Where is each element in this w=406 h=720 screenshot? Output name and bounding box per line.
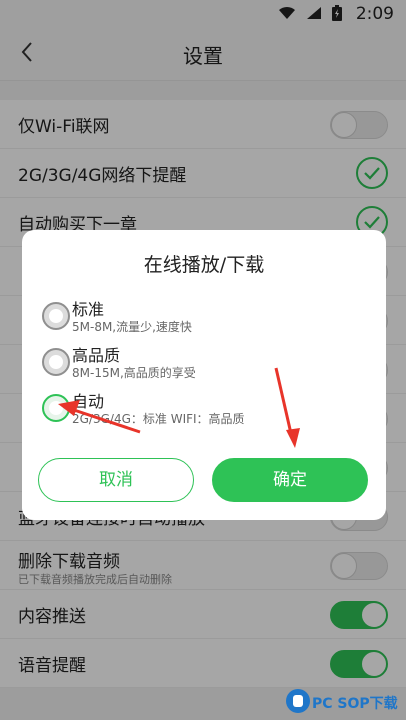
radio-icon[interactable] [42,348,70,376]
quality-dialog: 在线播放/下载 标准 5M-8M,流量少,速度快 高品质 8M-15M,高品质的… [22,230,386,520]
option-standard[interactable]: 标准 5M-8M,流量少,速度快 [42,296,372,340]
option-name: 自动 [72,392,105,411]
option-high-quality[interactable]: 高品质 8M-15M,高品质的享受 [42,342,372,386]
option-desc: 2G/3G/4G：标准 WIFI：高品质 [72,412,245,426]
watermark: PC SOP下载 [282,686,406,720]
option-desc: 8M-15M,高品质的享受 [72,366,196,380]
option-name: 标准 [72,300,105,319]
option-desc: 5M-8M,流量少,速度快 [72,320,192,334]
cancel-button[interactable]: 取消 [38,458,194,502]
watermark-text: PC SOP下载 [312,696,398,712]
radio-selected-icon[interactable] [42,394,70,422]
dialog-title: 在线播放/下载 [143,254,265,276]
radio-icon[interactable] [42,302,70,330]
confirm-button[interactable]: 确定 [212,458,368,502]
option-name: 高品质 [72,346,121,365]
watermark-logo-icon [286,689,310,713]
option-auto[interactable]: 自动 2G/3G/4G：标准 WIFI：高品质 [42,388,372,432]
